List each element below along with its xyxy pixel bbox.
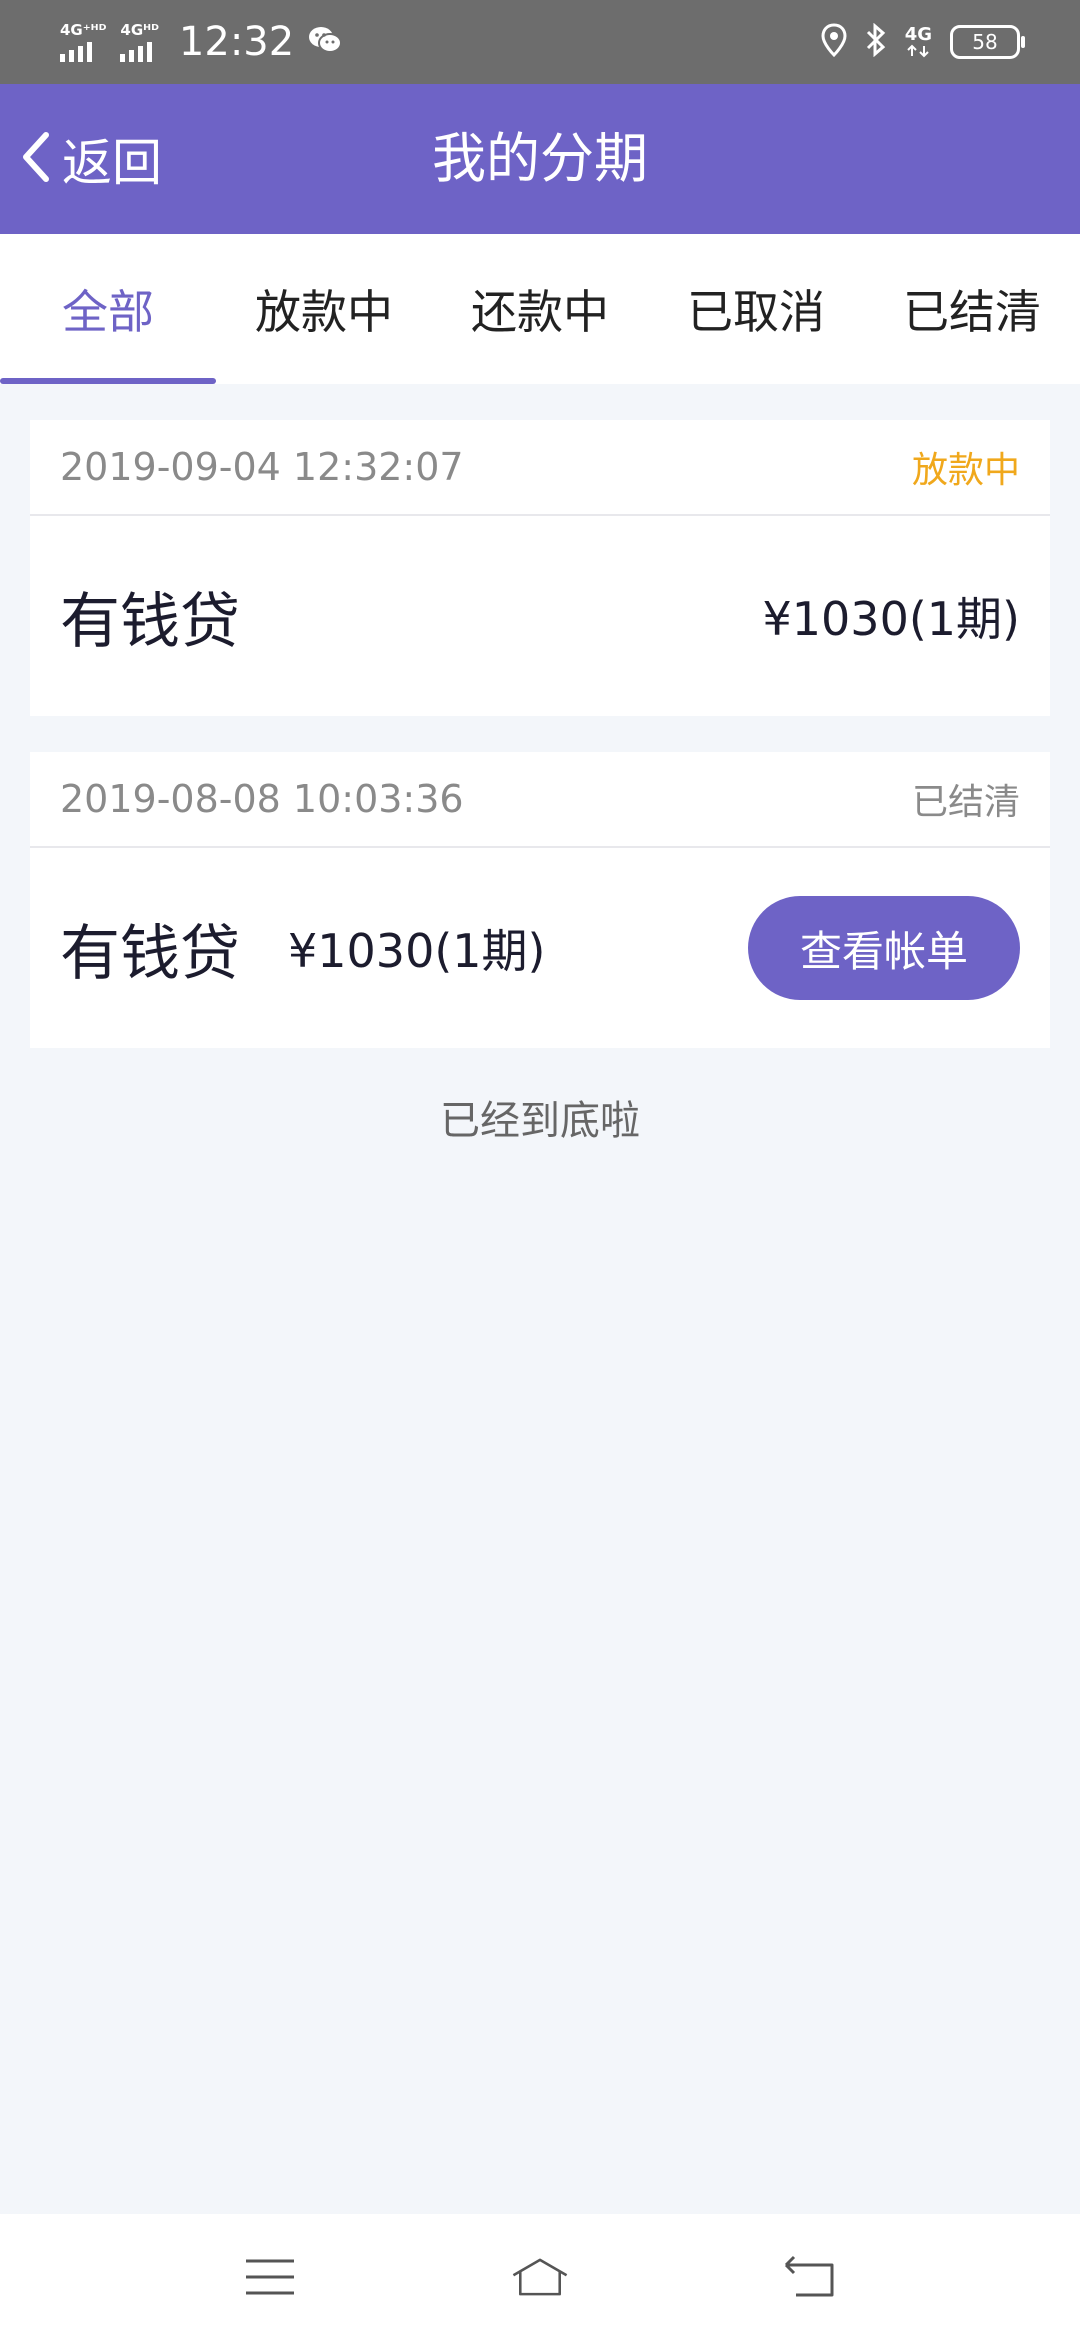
order-card[interactable]: 2019-08-08 10:03:36 已结清 有钱贷 ¥1030(1期) 查看… [30,752,1050,1048]
data-icon: 4G [905,26,932,58]
system-nav-bar [0,2214,1080,2340]
nav-bar: 返回 我的分期 [0,84,1080,234]
signal-icon: 4G⁺ᴴᴰ [60,22,106,62]
product-name: 有钱贷 [60,918,240,989]
network-label-3: 4G [904,24,932,45]
menu-icon[interactable] [240,2247,300,2307]
network-label-2: 4Gᴴᴰ [120,21,159,39]
bluetooth-icon [865,22,887,61]
location-icon [821,23,847,61]
order-datetime: 2019-08-08 10:03:36 [60,777,464,821]
view-bill-button[interactable]: 查看帐单 [748,896,1020,1000]
back-nav-icon[interactable] [780,2247,840,2307]
tab-all[interactable]: 全部 [0,234,216,384]
network-label-1: 4G⁺ᴴᴰ [60,21,107,39]
signal-icon: 4Gᴴᴰ [120,22,159,62]
tab-cancelled[interactable]: 已取消 [648,234,864,384]
tab-bar: 全部 放款中 还款中 已取消 已结清 [0,234,1080,384]
home-icon[interactable] [510,2247,570,2307]
product-name: 有钱贷 [60,586,240,657]
battery-icon: 58 [950,25,1025,59]
order-card[interactable]: 2019-09-04 12:32:07 放款中 有钱贷 ¥1030(1期) [30,420,1050,716]
clock: 12:32 [178,19,295,65]
order-amount: ¥1030(1期) [288,924,546,978]
end-of-list-text: 已经到底啦 [440,1098,640,1144]
tab-disbursing[interactable]: 放款中 [216,234,432,384]
wechat-icon [308,25,343,59]
tab-settled[interactable]: 已结清 [864,234,1080,384]
status-badge: 放款中 [911,450,1020,491]
battery-level: 58 [972,30,998,54]
order-datetime: 2019-09-04 12:32:07 [60,445,464,489]
status-bar: 4G⁺ᴴᴰ 4Gᴴᴰ 12:32 4G 58 [0,0,1080,84]
tab-repaying[interactable]: 还款中 [432,234,648,384]
status-badge: 已结清 [911,782,1020,823]
page-title: 我的分期 [432,127,648,190]
order-amount: ¥1030(1期) [762,592,1021,646]
